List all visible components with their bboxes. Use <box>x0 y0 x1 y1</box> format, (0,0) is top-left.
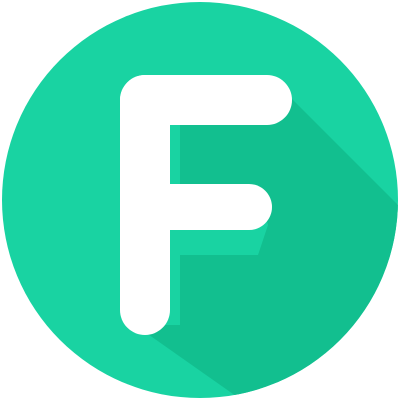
app-icon <box>2 2 398 398</box>
app-icon-canvas <box>0 0 400 400</box>
